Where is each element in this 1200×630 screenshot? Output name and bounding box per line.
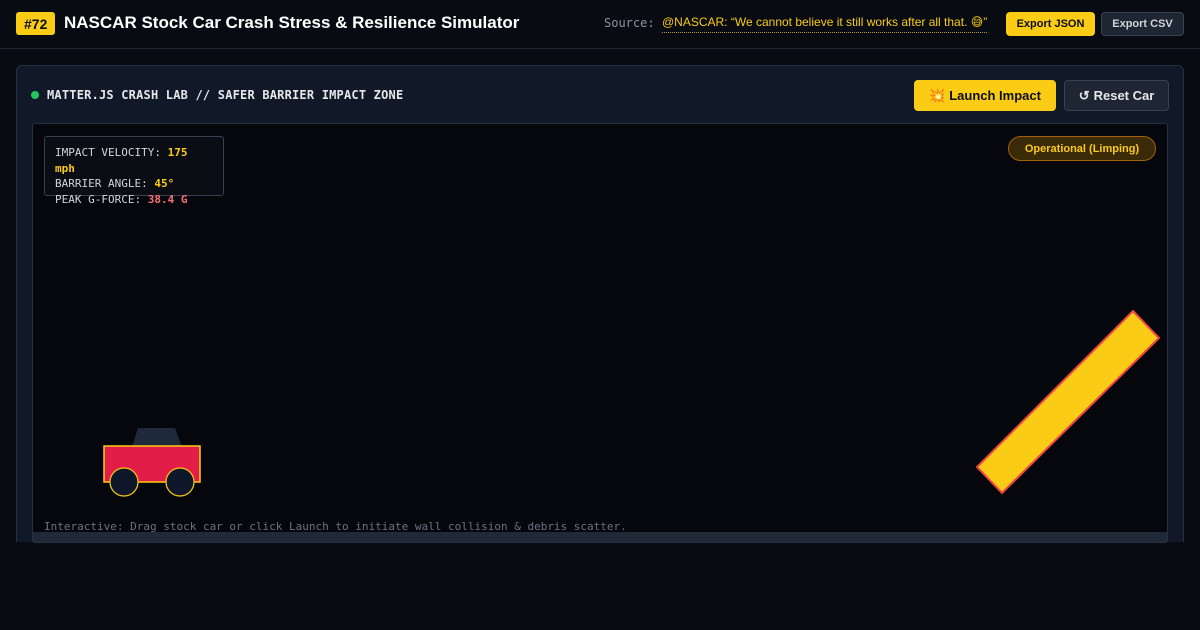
gforce-value: 38.4 G xyxy=(147,192,188,206)
page-title: NASCAR Stock Car Crash Stress & Resilien… xyxy=(64,13,520,32)
reset-car-button[interactable]: ↺ Reset Car xyxy=(1064,80,1169,111)
panel-title: MATTER.JS CRASH LAB // SAFER BARRIER IMP… xyxy=(47,88,404,102)
reset-car-label: Reset Car xyxy=(1093,88,1155,103)
velocity-label: IMPACT VELOCITY: xyxy=(55,146,161,159)
launch-impact-label: Launch Impact xyxy=(949,88,1041,103)
export-json-button[interactable]: Export JSON xyxy=(1006,12,1095,36)
angle-value: 45° xyxy=(154,177,175,190)
angle-readout: BARRIER ANGLE: 45° xyxy=(55,176,213,192)
car-front-wheel xyxy=(165,467,195,497)
sim-number-badge: #72 xyxy=(16,12,56,35)
track-floor xyxy=(33,532,1167,542)
gforce-readout: PEAK G-FORCE: 38.4 G xyxy=(55,192,213,208)
velocity-readout: IMPACT VELOCITY: 175 mph xyxy=(55,145,213,176)
explosion-icon: 💥 xyxy=(929,87,946,103)
reset-icon: ↺ xyxy=(1078,87,1090,103)
car-status-badge: Operational (Limping) xyxy=(1008,136,1156,161)
export-csv-button[interactable]: Export CSV xyxy=(1101,12,1184,36)
interaction-hint: Interactive: Drag stock car or click Lau… xyxy=(44,520,627,533)
live-status-dot xyxy=(31,91,39,99)
car-rear-wheel xyxy=(109,467,139,497)
source-quote-link[interactable]: @NASCAR: “We cannot believe it still wor… xyxy=(662,15,988,33)
page-background xyxy=(0,542,1200,630)
telemetry-hud: IMPACT VELOCITY: 175 mph BARRIER ANGLE: … xyxy=(44,136,224,206)
top-bar: #72 NASCAR Stock Car Crash Stress & Resi… xyxy=(0,0,1200,49)
source-label: Source: xyxy=(604,16,655,30)
gforce-label: PEAK G-FORCE: xyxy=(55,192,142,206)
angle-label: BARRIER ANGLE: xyxy=(55,177,148,190)
launch-impact-button[interactable]: 💥 Launch Impact xyxy=(914,80,1056,111)
